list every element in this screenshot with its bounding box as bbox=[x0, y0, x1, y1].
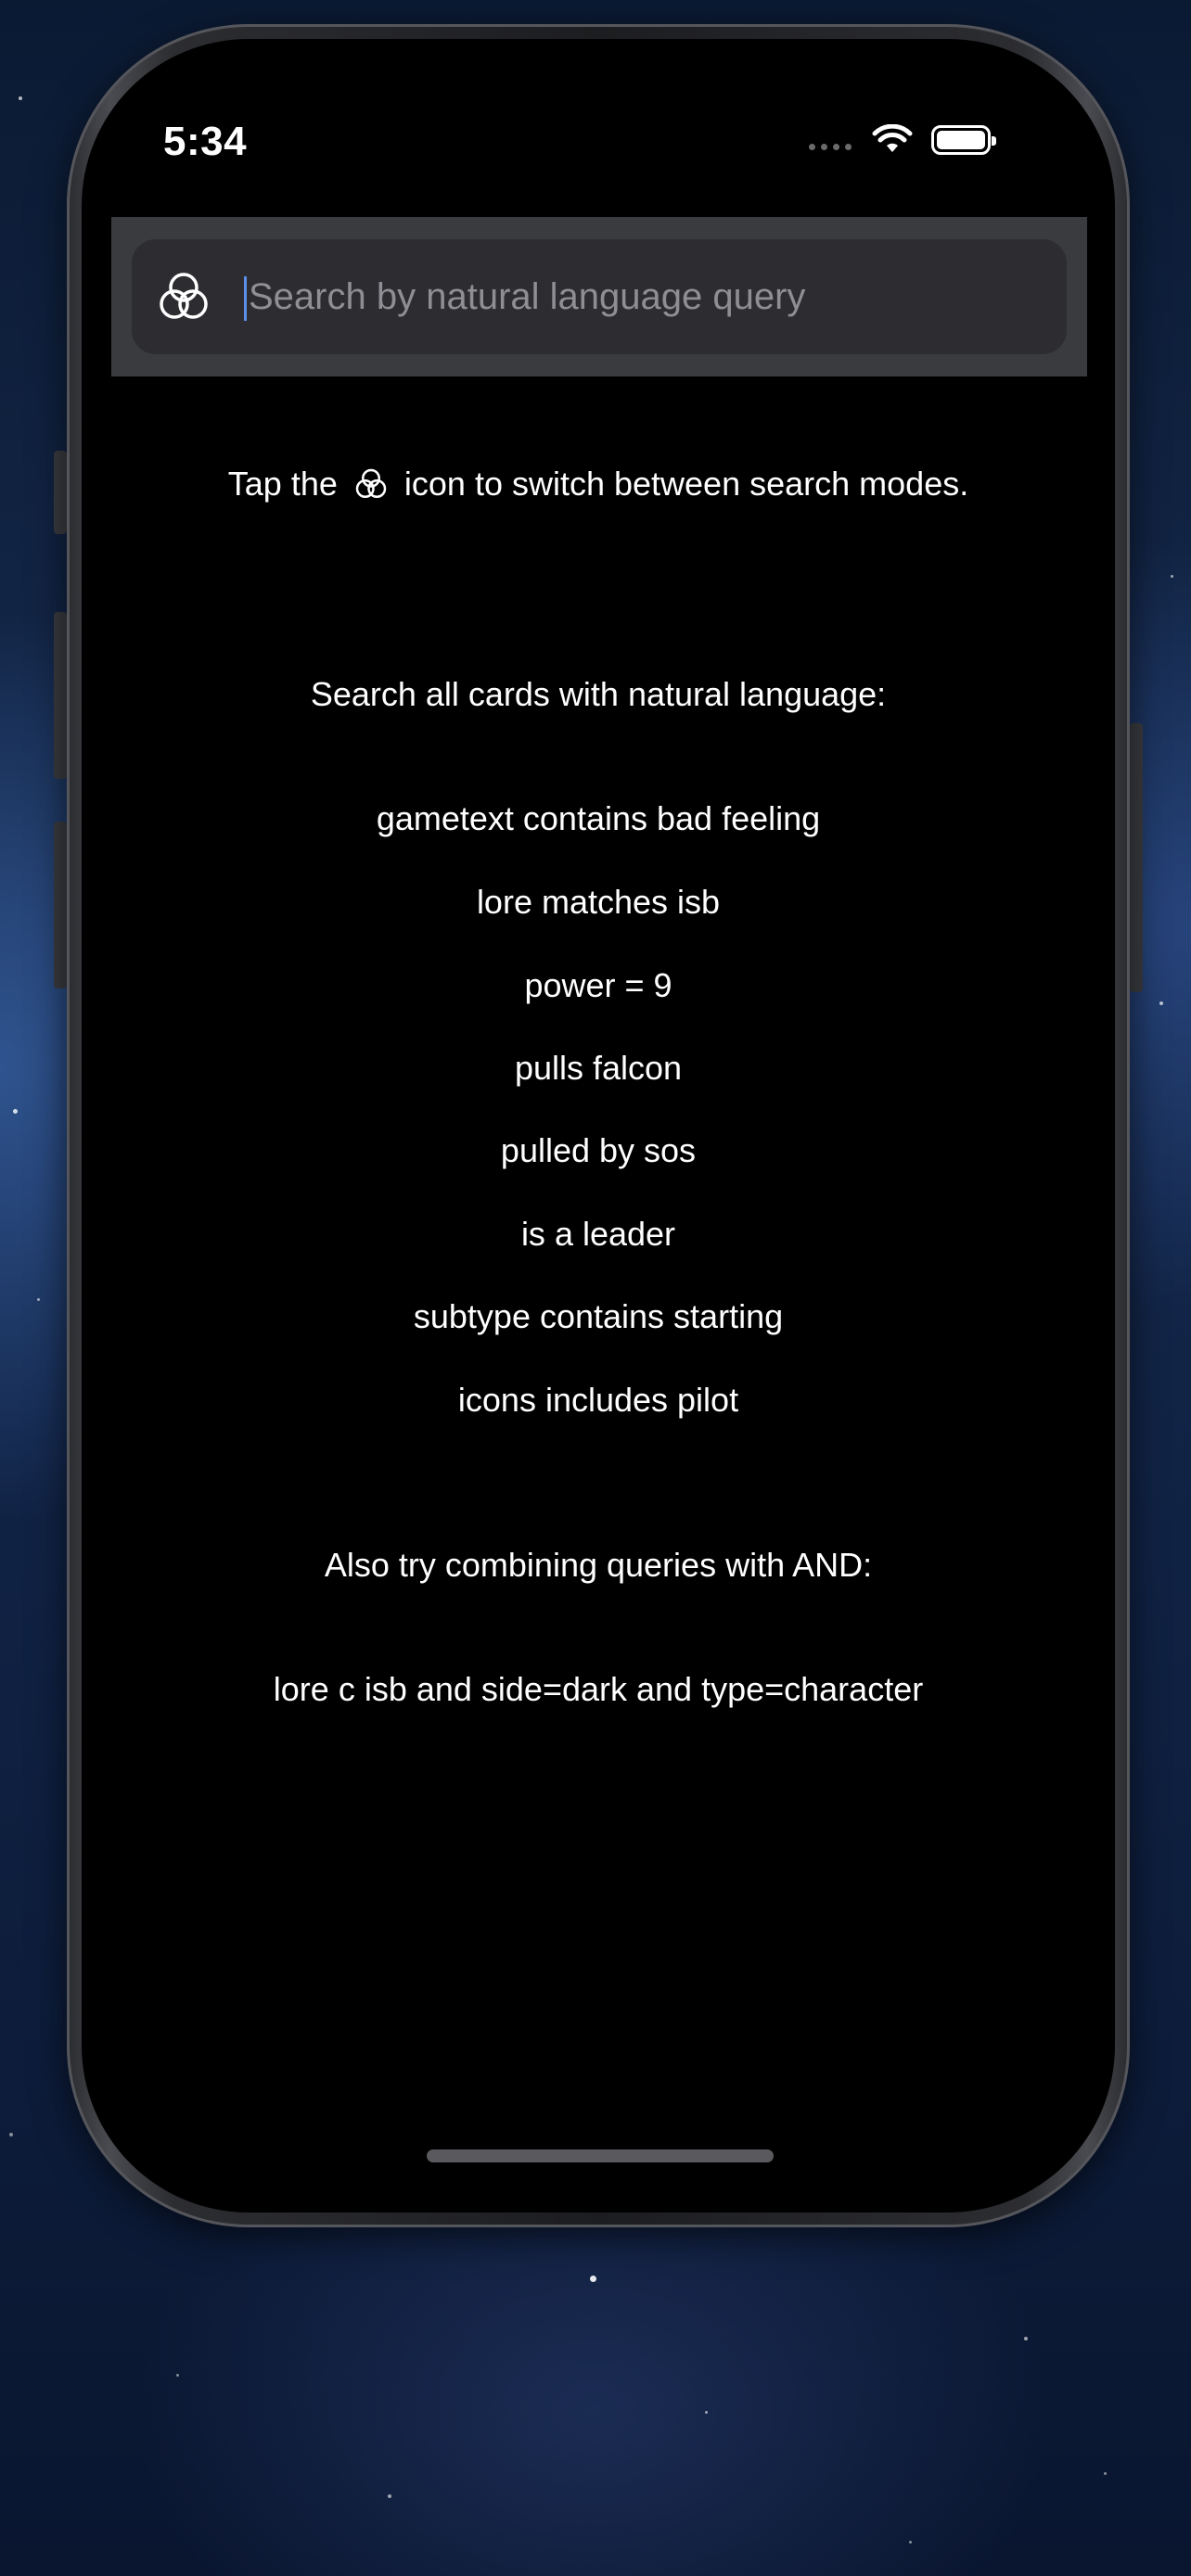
example-query: subtype contains starting bbox=[413, 1297, 784, 1335]
mode-switch-hint: Tap the icon to switch between search mo… bbox=[82, 464, 1115, 504]
example-query: pulls falcon bbox=[514, 1049, 683, 1087]
search-input[interactable] bbox=[249, 263, 1028, 330]
search-field[interactable] bbox=[132, 239, 1067, 354]
star bbox=[909, 2541, 912, 2544]
star bbox=[19, 96, 22, 100]
star bbox=[1104, 2472, 1107, 2475]
venn-diagram-icon[interactable] bbox=[154, 267, 213, 326]
example-query: lore matches isb bbox=[476, 883, 721, 921]
wifi-icon bbox=[872, 124, 913, 152]
star bbox=[9, 2133, 13, 2136]
hint-prefix: Tap the bbox=[227, 465, 338, 503]
search-bar bbox=[111, 217, 1087, 376]
volume-up-button bbox=[54, 612, 67, 779]
volume-down-button bbox=[54, 822, 67, 988]
example-query: pulled by sos bbox=[500, 1131, 697, 1169]
star bbox=[13, 1109, 18, 1114]
star bbox=[590, 2276, 596, 2282]
example-query: is a leader bbox=[520, 1215, 676, 1253]
star bbox=[176, 2374, 179, 2377]
power-button bbox=[1130, 723, 1143, 992]
venn-diagram-icon bbox=[355, 468, 387, 498]
natural-language-heading: Search all cards with natural language: bbox=[310, 675, 887, 713]
star bbox=[388, 2494, 391, 2498]
combining-heading: Also try combining queries with AND: bbox=[324, 1546, 873, 1584]
status-indicators bbox=[809, 124, 996, 156]
star bbox=[1024, 2337, 1028, 2340]
example-query: icons includes pilot bbox=[457, 1381, 739, 1419]
star bbox=[1159, 1001, 1163, 1005]
cellular-signal-icon bbox=[809, 143, 852, 150]
star bbox=[37, 1298, 40, 1301]
star bbox=[705, 2411, 708, 2414]
text-cursor bbox=[244, 276, 247, 321]
example-query: power = 9 bbox=[524, 966, 672, 1004]
hint-suffix: icon to switch between search modes. bbox=[403, 465, 969, 503]
combined-example-query: lore c isb and side=dark and type=charac… bbox=[273, 1670, 924, 1708]
star bbox=[1171, 575, 1173, 578]
home-indicator[interactable] bbox=[427, 2149, 774, 2162]
example-query: gametext contains bad feeling bbox=[376, 799, 821, 837]
status-time: 5:34 bbox=[163, 119, 248, 164]
action-button bbox=[54, 451, 67, 534]
battery-icon bbox=[931, 125, 996, 155]
